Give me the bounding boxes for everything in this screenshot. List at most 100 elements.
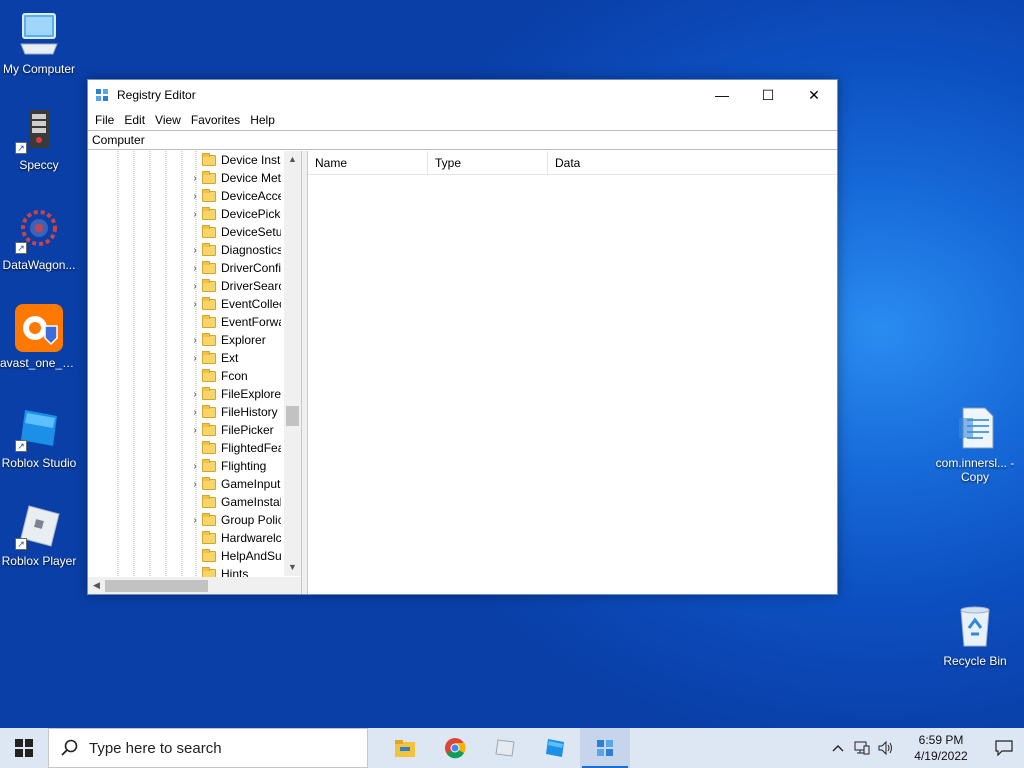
scroll-thumb[interactable] <box>105 579 208 592</box>
tree-item-label: FileExplorer <box>221 387 281 401</box>
taskbar-file-explorer[interactable] <box>380 728 430 768</box>
tree-item[interactable]: › EventCollec <box>188 295 284 313</box>
minimize-button[interactable]: — <box>699 80 745 110</box>
folder-icon <box>202 242 216 256</box>
taskbar-search-box[interactable]: Type here to search <box>48 728 368 768</box>
expand-chevron-icon[interactable]: › <box>188 191 202 202</box>
desktop-icon-roblox-player[interactable]: ↗ Roblox Player <box>0 502 78 568</box>
desktop-icon-my-computer[interactable]: My Computer <box>0 10 78 76</box>
expand-chevron-icon[interactable]: › <box>188 425 202 436</box>
menu-favorites[interactable]: Favorites <box>186 110 245 130</box>
tree-item[interactable]: › DriverConfi <box>188 259 284 277</box>
taskbar-roblox-studio[interactable] <box>530 728 580 768</box>
tree-item[interactable]: Device Insta <box>188 151 284 169</box>
close-button[interactable]: ✕ <box>791 80 837 110</box>
menu-file[interactable]: File <box>90 110 119 130</box>
column-type[interactable]: Type <box>428 150 548 175</box>
expand-chevron-icon[interactable]: › <box>188 407 202 418</box>
taskbar-chrome[interactable] <box>430 728 480 768</box>
registry-editor-window[interactable]: Registry Editor — ☐ ✕ File Edit View Fav… <box>87 79 838 595</box>
desktop-icon-text-file[interactable]: com.innersl... - Copy <box>935 404 1015 484</box>
tree-item[interactable]: › FileExplorer <box>188 385 284 403</box>
expand-chevron-icon[interactable]: › <box>188 281 202 292</box>
tree-item-label: Device Insta <box>221 153 281 167</box>
desktop-icon-datawagon[interactable]: ↗ DataWagon... <box>0 206 78 272</box>
start-button[interactable] <box>0 728 48 768</box>
expand-chevron-icon[interactable]: › <box>188 173 202 184</box>
maximize-button[interactable]: ☐ <box>745 80 791 110</box>
tree-item[interactable]: › DeviceAcce <box>188 187 284 205</box>
tree-item[interactable]: › FileHistory <box>188 403 284 421</box>
desktop-icon-roblox-studio[interactable]: ↗ Roblox Studio <box>0 404 78 470</box>
tree-item[interactable]: GameInstal <box>188 493 284 511</box>
system-tray: 6:59 PM 4/19/2022 <box>826 728 1024 768</box>
expand-chevron-icon[interactable]: › <box>188 479 202 490</box>
desktop-icon-label: Speccy <box>19 158 59 172</box>
expand-chevron-icon[interactable]: › <box>188 263 202 274</box>
menu-bar: File Edit View Favorites Help <box>88 110 837 130</box>
speccy-icon: ↗ <box>15 106 63 154</box>
desktop-icon-avast[interactable]: avast_one_e... <box>0 304 78 370</box>
tree-item[interactable]: › Ext <box>188 349 284 367</box>
column-data[interactable]: Data <box>548 151 836 175</box>
notification-icon[interactable] <box>984 728 1024 768</box>
menu-help[interactable]: Help <box>245 110 280 130</box>
tree-item[interactable]: EventForwa <box>188 313 284 331</box>
expand-chevron-icon[interactable]: › <box>188 299 202 310</box>
tree-horizontal-scrollbar[interactable]: ◀ <box>88 577 301 594</box>
shortcut-arrow-icon: ↗ <box>15 142 27 154</box>
tree-item-label: FlightedFea <box>221 441 281 455</box>
menu-edit[interactable]: Edit <box>119 110 150 130</box>
scroll-down-icon[interactable]: ▼ <box>284 559 301 576</box>
folder-icon <box>202 296 216 310</box>
taskbar-clock[interactable]: 6:59 PM 4/19/2022 <box>904 732 978 764</box>
tree-item[interactable]: › Group Polic <box>188 511 284 529</box>
tree-item-label: EventCollec <box>221 297 281 311</box>
computer-icon <box>15 10 63 58</box>
tree-item[interactable]: FlightedFea <box>188 439 284 457</box>
tree-item[interactable]: Fcon <box>188 367 284 385</box>
scroll-up-icon[interactable]: ▲ <box>284 151 301 168</box>
column-name[interactable]: Name <box>308 150 428 175</box>
title-bar[interactable]: Registry Editor — ☐ ✕ <box>88 80 837 110</box>
shortcut-arrow-icon: ↗ <box>15 242 27 254</box>
tree-item[interactable]: Hardwarelc <box>188 529 284 547</box>
tree-item[interactable]: › DriverSearc <box>188 277 284 295</box>
network-icon[interactable] <box>850 728 874 768</box>
folder-icon <box>202 386 216 400</box>
tree-item[interactable]: › Flighting <box>188 457 284 475</box>
tree-item[interactable]: › DevicePicke <box>188 205 284 223</box>
taskbar-app[interactable] <box>480 728 530 768</box>
tree-item[interactable]: HelpAndSu <box>188 547 284 565</box>
expand-chevron-icon[interactable]: › <box>188 245 202 256</box>
expand-chevron-icon[interactable]: › <box>188 335 202 346</box>
app-icon <box>495 739 515 757</box>
folder-icon <box>202 206 216 220</box>
folder-icon <box>202 404 216 418</box>
desktop-icon-speccy[interactable]: ↗ Speccy <box>0 106 78 172</box>
scroll-thumb[interactable] <box>286 406 299 426</box>
expand-chevron-icon[interactable]: › <box>188 389 202 400</box>
tree-pane[interactable]: Device Insta › Device Met › DeviceAcce › Devic… <box>88 151 302 594</box>
expand-chevron-icon[interactable]: › <box>188 209 202 220</box>
taskbar-registry-editor[interactable] <box>580 728 630 768</box>
chevron-up-icon[interactable] <box>826 728 850 768</box>
tree-vertical-scrollbar[interactable]: ▲ ▼ <box>284 151 301 576</box>
expand-chevron-icon[interactable]: › <box>188 515 202 526</box>
tree-item[interactable]: › Diagnostics <box>188 241 284 259</box>
address-bar[interactable]: Computer <box>88 130 837 150</box>
volume-icon[interactable] <box>874 728 898 768</box>
tree-item[interactable]: DeviceSetu <box>188 223 284 241</box>
menu-view[interactable]: View <box>150 110 186 130</box>
tree-item[interactable]: › Explorer <box>188 331 284 349</box>
desktop-icon-recycle-bin[interactable]: Recycle Bin <box>935 602 1015 668</box>
expand-chevron-icon[interactable]: › <box>188 461 202 472</box>
tree-item[interactable]: › Device Met <box>188 169 284 187</box>
scroll-left-icon[interactable]: ◀ <box>88 580 105 591</box>
expand-chevron-icon[interactable]: › <box>188 353 202 364</box>
tree-item[interactable]: › GameInput <box>188 475 284 493</box>
tree-item-label: HelpAndSu <box>221 549 281 563</box>
tree-item[interactable]: › FilePicker <box>188 421 284 439</box>
values-pane[interactable]: Name Type Data <box>307 150 837 594</box>
folder-icon <box>202 188 216 202</box>
